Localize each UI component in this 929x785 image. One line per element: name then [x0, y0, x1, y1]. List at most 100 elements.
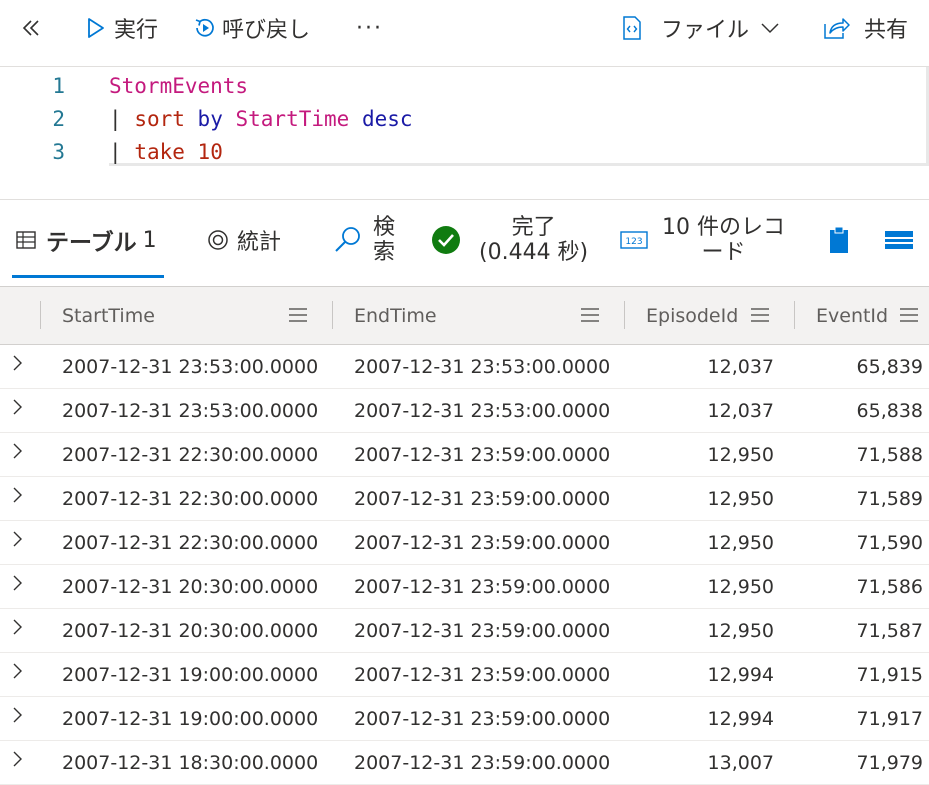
cell-starttime[interactable]: 2007-12-31 19:00:00.0000 [62, 653, 318, 697]
cell-episodeid[interactable]: 12,037 [708, 389, 774, 433]
cell-endtime[interactable]: 2007-12-31 23:59:00.0000 [354, 477, 610, 521]
search-button[interactable]: 検 索 [333, 200, 395, 280]
table-row[interactable]: 2007-12-31 23:53:00.0000 2007-12-31 23:53… [0, 389, 929, 433]
cell-eventid[interactable]: 71,588 [857, 433, 923, 477]
more-options-button[interactable]: ··· [356, 8, 383, 48]
cell-eventid[interactable]: 71,586 [857, 565, 923, 609]
chevron-right-icon[interactable] [10, 573, 26, 593]
table-row[interactable]: 2007-12-31 19:00:00.0000 2007-12-31 23:59… [0, 653, 929, 697]
code-text: | sort by StartTime desc [109, 106, 413, 131]
cell-starttime[interactable]: 2007-12-31 20:30:00.0000 [62, 609, 318, 653]
cell-starttime[interactable]: 2007-12-31 19:00:00.0000 [62, 697, 318, 741]
column-separator[interactable] [794, 301, 795, 329]
cell-episodeid[interactable]: 13,007 [708, 741, 774, 785]
cell-eventid[interactable]: 71,589 [857, 477, 923, 521]
chevron-right-icon[interactable] [10, 705, 26, 725]
column-header-endtime[interactable]: EndTime [354, 287, 437, 345]
cell-episodeid[interactable]: 12,950 [708, 521, 774, 565]
file-menu-button[interactable]: ファイル [621, 8, 781, 48]
recall-button[interactable]: 呼び戻し [192, 8, 310, 48]
tab-stats[interactable]: 統計 [207, 200, 281, 280]
display-mode-button[interactable] [884, 200, 914, 280]
query-status: 完了 (0.444 秒) [431, 200, 588, 280]
table-row[interactable]: 2007-12-31 18:30:00.0000 2007-12-31 23:59… [0, 741, 929, 785]
column-separator[interactable] [332, 301, 333, 329]
active-tab-indicator [12, 275, 164, 278]
chevron-right-icon[interactable] [10, 441, 26, 461]
code-line-1[interactable]: 1 StormEvents [0, 69, 929, 102]
cell-eventid[interactable]: 65,838 [857, 389, 923, 433]
results-tabbar: テーブル 1 統計 検 索 完了 (0.444 秒) 123 10 件のレコ ー… [0, 200, 929, 286]
code-line-2[interactable]: 2 | sort by StartTime desc [0, 102, 929, 135]
line-number: 2 [52, 106, 65, 131]
chevron-right-icon[interactable] [10, 749, 26, 769]
cell-episodeid[interactable]: 12,950 [708, 609, 774, 653]
cell-endtime[interactable]: 2007-12-31 23:59:00.0000 [354, 565, 610, 609]
share-button[interactable]: 共有 [822, 8, 908, 48]
cell-endtime[interactable]: 2007-12-31 23:59:00.0000 [354, 521, 610, 565]
cell-endtime[interactable]: 2007-12-31 23:53:00.0000 [354, 345, 610, 389]
cell-episodeid[interactable]: 12,950 [708, 565, 774, 609]
cell-endtime[interactable]: 2007-12-31 23:53:00.0000 [354, 389, 610, 433]
cell-starttime[interactable]: 2007-12-31 20:30:00.0000 [62, 565, 318, 609]
query-editor[interactable]: 1 StormEvents 2 | sort by StartTime desc… [0, 67, 929, 200]
table-row[interactable]: 2007-12-31 23:53:00.0000 2007-12-31 23:53… [0, 345, 929, 389]
chevron-down-icon [761, 23, 779, 34]
table-row[interactable]: 2007-12-31 20:30:00.0000 2007-12-31 23:59… [0, 565, 929, 609]
chevron-right-icon[interactable] [10, 661, 26, 681]
cell-starttime[interactable]: 2007-12-31 18:30:00.0000 [62, 741, 318, 785]
cell-endtime[interactable]: 2007-12-31 23:59:00.0000 [354, 433, 610, 477]
column-header-episodeid[interactable]: EpisodeId [646, 287, 738, 345]
cell-endtime[interactable]: 2007-12-31 23:59:00.0000 [354, 653, 610, 697]
cell-starttime[interactable]: 2007-12-31 22:30:00.0000 [62, 477, 318, 521]
column-menu-icon[interactable] [289, 307, 307, 323]
cell-episodeid[interactable]: 12,994 [708, 697, 774, 741]
line-number: 1 [52, 73, 65, 98]
cell-eventid[interactable]: 71,915 [857, 653, 923, 697]
table-row[interactable]: 2007-12-31 22:30:00.0000 2007-12-31 23:59… [0, 433, 929, 477]
cell-starttime[interactable]: 2007-12-31 23:53:00.0000 [62, 345, 318, 389]
cell-starttime[interactable]: 2007-12-31 22:30:00.0000 [62, 521, 318, 565]
cell-eventid[interactable]: 71,590 [857, 521, 923, 565]
cell-eventid[interactable]: 65,839 [857, 345, 923, 389]
cell-endtime[interactable]: 2007-12-31 23:59:00.0000 [354, 741, 610, 785]
chevron-right-icon[interactable] [10, 397, 26, 417]
column-menu-icon[interactable] [900, 307, 918, 323]
record-count-text: 10 件のレコ ード [662, 215, 785, 265]
chevron-right-icon[interactable] [10, 485, 26, 505]
card-layout-icon [885, 231, 913, 249]
chevron-right-icon[interactable] [10, 617, 26, 637]
tab-stats-label: 統計 [237, 230, 282, 255]
run-button[interactable]: 実行 [86, 8, 158, 48]
column-separator[interactable] [40, 301, 41, 329]
cell-starttime[interactable]: 2007-12-31 22:30:00.0000 [62, 433, 318, 477]
collapse-pane-button[interactable] [20, 8, 42, 48]
cell-episodeid[interactable]: 12,950 [708, 477, 774, 521]
grid-header: StartTime EndTime EpisodeId EventId [0, 287, 929, 345]
cell-eventid[interactable]: 71,917 [857, 697, 923, 741]
cell-episodeid[interactable]: 12,994 [708, 653, 774, 697]
cell-endtime[interactable]: 2007-12-31 23:59:00.0000 [354, 609, 610, 653]
table-row[interactable]: 2007-12-31 20:30:00.0000 2007-12-31 23:59… [0, 609, 929, 653]
tab-table[interactable]: テーブル 1 [16, 200, 157, 280]
cell-episodeid[interactable]: 12,950 [708, 433, 774, 477]
table-row[interactable]: 2007-12-31 22:30:00.0000 2007-12-31 23:59… [0, 521, 929, 565]
column-separator[interactable] [624, 301, 625, 329]
table-row[interactable]: 2007-12-31 19:00:00.0000 2007-12-31 23:59… [0, 697, 929, 741]
table-row[interactable]: 2007-12-31 22:30:00.0000 2007-12-31 23:59… [0, 477, 929, 521]
column-menu-icon[interactable] [581, 307, 599, 323]
chevron-right-icon[interactable] [10, 529, 26, 549]
chevron-right-icon[interactable] [10, 353, 26, 373]
stats-icon [208, 230, 228, 250]
column-header-starttime[interactable]: StartTime [62, 287, 155, 345]
table-icon [16, 231, 36, 249]
cell-endtime[interactable]: 2007-12-31 23:59:00.0000 [354, 697, 610, 741]
cell-starttime[interactable]: 2007-12-31 23:53:00.0000 [62, 389, 318, 433]
copy-to-clipboard-button[interactable] [828, 200, 850, 280]
cell-episodeid[interactable]: 12,037 [708, 345, 774, 389]
column-header-eventid[interactable]: EventId [816, 287, 888, 345]
cell-eventid[interactable]: 71,979 [857, 741, 923, 785]
cell-eventid[interactable]: 71,587 [857, 609, 923, 653]
column-menu-icon[interactable] [751, 307, 769, 323]
code-line-3[interactable]: 3 | take 10 [0, 135, 929, 168]
